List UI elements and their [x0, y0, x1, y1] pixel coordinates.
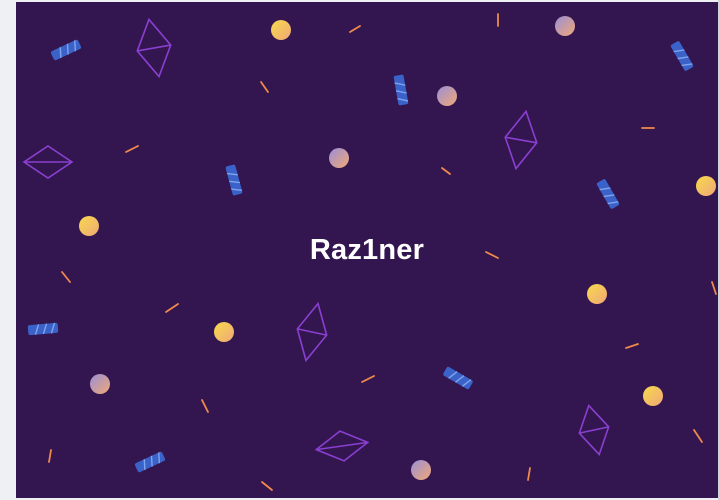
diamond-outline-shape	[136, 17, 172, 79]
gradient-dot-shape	[271, 20, 291, 40]
striped-capsule-shape	[50, 39, 82, 61]
gradient-dot-shape	[555, 16, 575, 36]
left-margin-strip	[0, 0, 16, 500]
diamond-outline-shape	[296, 301, 328, 363]
striped-capsule-shape	[134, 451, 166, 473]
striped-capsule-shape	[27, 322, 59, 336]
confetti-dash-shape	[48, 449, 52, 463]
confetti-dash-shape	[441, 167, 451, 175]
gradient-dot-shape	[90, 374, 110, 394]
confetti-dash-shape	[349, 25, 361, 33]
confetti-dash-shape	[527, 467, 531, 481]
confetti-dash-shape	[693, 429, 703, 443]
confetti-dash-shape	[261, 481, 273, 491]
banner-title: Raz1ner	[309, 234, 425, 266]
diamond-outline-shape	[504, 109, 538, 171]
diamond-outline-shape	[578, 404, 610, 456]
gradient-dot-shape	[587, 284, 607, 304]
gradient-dot-shape	[411, 460, 431, 480]
confetti-dash-shape	[625, 343, 639, 349]
striped-capsule-shape	[393, 74, 409, 106]
gradient-dot-shape	[329, 148, 349, 168]
striped-capsule-shape	[443, 366, 473, 390]
confetti-dash-shape	[711, 281, 717, 295]
profile-banner: Raz1ner	[16, 2, 718, 498]
gradient-dot-shape	[79, 216, 99, 236]
confetti-dash-shape	[201, 399, 209, 413]
striped-capsule-shape	[670, 41, 694, 71]
gradient-dot-shape	[437, 86, 457, 106]
gradient-dot-shape	[643, 386, 663, 406]
confetti-dash-shape	[165, 303, 179, 313]
striped-capsule-shape	[596, 179, 620, 209]
striped-capsule-shape	[225, 164, 243, 196]
confetti-dash-shape	[361, 375, 375, 383]
gradient-dot-shape	[214, 322, 234, 342]
confetti-dash-shape	[61, 271, 71, 283]
diamond-outline-shape	[22, 145, 74, 179]
confetti-dash-shape	[260, 81, 269, 93]
confetti-dash-shape	[125, 145, 139, 153]
diamond-outline-shape	[314, 430, 370, 462]
gradient-dot-shape	[696, 176, 716, 196]
